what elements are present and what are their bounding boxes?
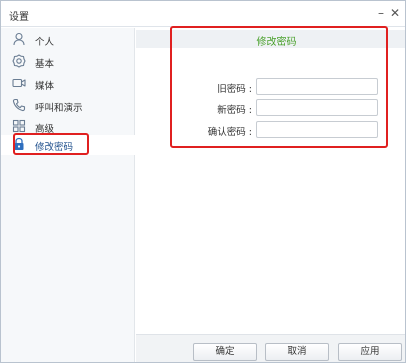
sidebar: 个人 基本 媒体 呼叫和演示 高级 修改密码: [1, 28, 135, 362]
sidebar-item-label: 个人: [35, 37, 55, 48]
gear-icon: [12, 54, 26, 68]
sidebar-item-advanced[interactable]: 高级: [1, 117, 135, 137]
confirm-password-field[interactable]: [256, 121, 378, 138]
old-password-label: 旧密码 :: [217, 84, 252, 95]
new-password-row: 新密码 :: [136, 99, 405, 117]
sidebar-item-change-password[interactable]: 修改密码: [1, 135, 135, 155]
settings-window: 设置 – ✕ 个人 基本 媒体 呼叫和演示 高级 修改密码 修改密码 旧密码:…: [0, 0, 406, 363]
sidebar-item-label: 媒体: [35, 81, 55, 92]
ok-button[interactable]: 确定: [193, 343, 257, 361]
dialog-footer: 确定 取消 应用: [136, 334, 405, 362]
cancel-button[interactable]: 取消: [265, 343, 329, 361]
sidebar-item-label: 修改密码: [35, 142, 74, 153]
sidebar-item-label: 高级: [35, 124, 55, 135]
old-password-field[interactable]: [256, 78, 378, 95]
sidebar-item-calls[interactable]: 呼叫和演示: [1, 96, 135, 116]
grid-icon: [12, 119, 26, 133]
confirm-password-row: 确认密码 :: [136, 121, 405, 139]
confirm-password-label: 确认密码 :: [207, 127, 252, 138]
sidebar-item-label: 呼叫和演示: [35, 103, 83, 114]
section-header: 修改密码: [136, 30, 405, 48]
sidebar-item-label: 基本: [35, 59, 55, 70]
main-panel: 修改密码 旧密码 : 新密码 : 确认密码 :: [136, 28, 405, 362]
page-title: 修改密码: [256, 37, 297, 48]
minimize-button[interactable]: –: [374, 5, 388, 21]
new-password-field[interactable]: [256, 99, 378, 116]
apply-button[interactable]: 应用: [338, 343, 402, 361]
close-button[interactable]: ✕: [388, 5, 402, 21]
old-password-row: 旧密码 :: [136, 78, 405, 96]
sidebar-item-personal[interactable]: 个人: [1, 30, 135, 50]
camera-icon: [12, 76, 26, 90]
new-password-label: 新密码 :: [217, 105, 252, 116]
lock-icon: [12, 137, 26, 151]
person-icon: [12, 32, 26, 46]
sidebar-item-basic[interactable]: 基本: [1, 52, 135, 72]
window-title: 设置: [9, 12, 29, 23]
sidebar-item-media[interactable]: 媒体: [1, 74, 135, 94]
title-bar: 设置 – ✕: [1, 1, 405, 27]
phone-icon: [12, 98, 26, 112]
